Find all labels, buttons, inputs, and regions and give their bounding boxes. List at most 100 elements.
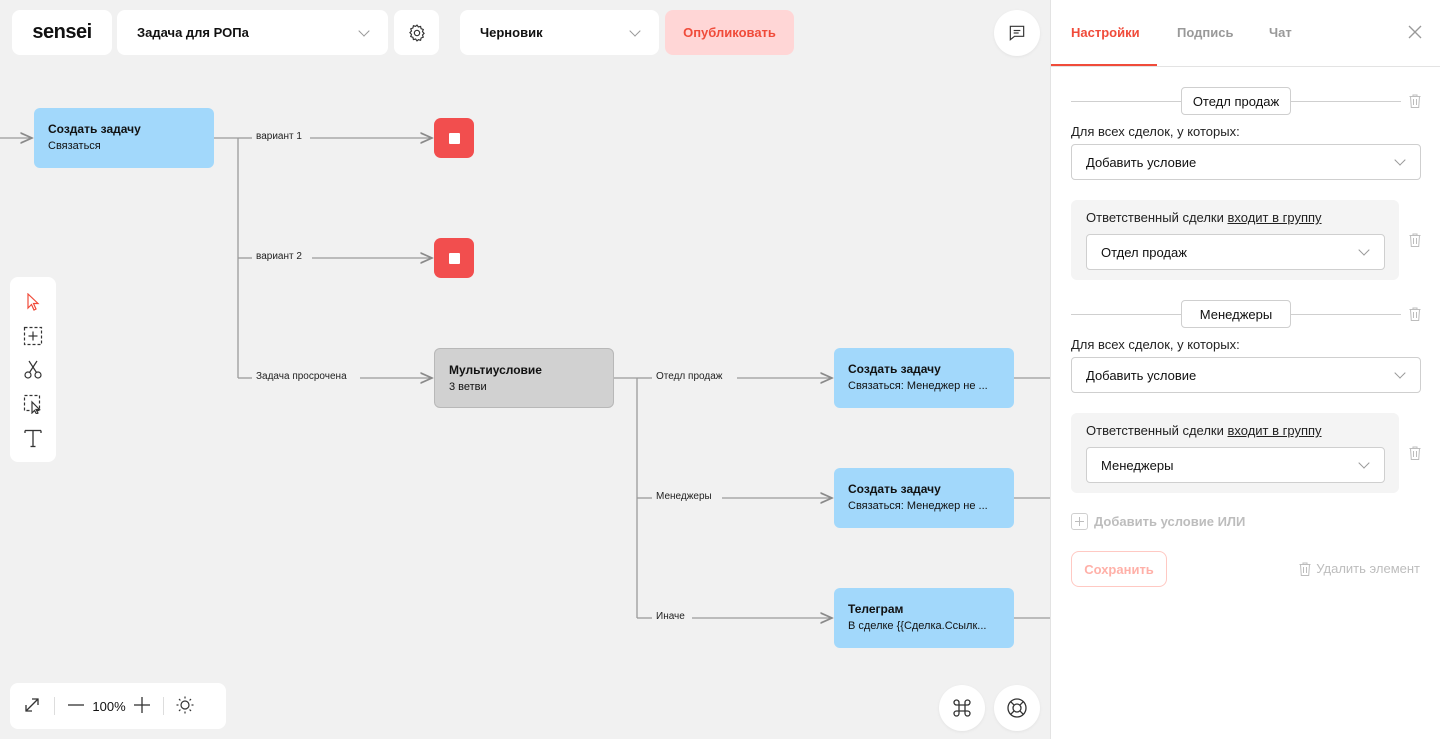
node-create-task[interactable]: Создать задачу Связаться: Менеджер не ..… <box>834 348 1014 408</box>
node-subtitle: Связаться <box>48 140 101 152</box>
status-value: Черновик <box>480 25 543 40</box>
delete-element-button[interactable]: Удалить элемент <box>1299 561 1420 576</box>
node-telegram[interactable]: Телеграм В сделке {{Сделка.Ссылк... <box>834 588 1014 648</box>
fit-screen-button[interactable] <box>22 695 42 718</box>
group-value: Менеджеры <box>1101 457 1174 473</box>
delete-element-label: Удалить элемент <box>1316 561 1420 576</box>
settings-button[interactable] <box>394 10 439 55</box>
minus-icon <box>68 703 84 706</box>
node-subtitle: В сделке {{Сделка.Ссылк... <box>848 620 987 632</box>
settings-panel: Настройки Подпись Чат Отедл продаж Для в… <box>1050 0 1440 739</box>
text-icon <box>24 429 42 448</box>
panel-tabs: Настройки Подпись Чат <box>1051 0 1440 67</box>
add-condition-label: Добавить условие <box>1086 154 1197 170</box>
group-value-select[interactable]: Отдел продаж <box>1086 234 1385 270</box>
command-icon <box>953 699 971 717</box>
group-value: Отдел продаж <box>1101 244 1187 260</box>
node-title: Телеграм <box>848 602 904 616</box>
group-name-pill[interactable]: Отедл продаж <box>1181 87 1291 115</box>
trash-icon[interactable] <box>1409 307 1421 321</box>
zoom-out-button[interactable] <box>67 696 85 717</box>
condition-operator-link[interactable]: входит в группу <box>1228 423 1322 438</box>
trash-icon[interactable] <box>1409 94 1421 108</box>
condition-box: Ответственный сделки входит в группу Мен… <box>1071 413 1399 493</box>
condition-prefix: Ответственный сделки <box>1086 423 1224 438</box>
stop-icon <box>448 252 460 264</box>
add-or-condition-button[interactable]: Добавить условие ИЛИ <box>1071 513 1245 530</box>
edge-label-sales[interactable]: Отедл продаж <box>654 371 725 382</box>
for-all-label: Для всех сделок, у которых: <box>1071 337 1240 352</box>
gear-icon <box>408 23 425 42</box>
divider <box>1291 314 1401 315</box>
logo[interactable]: sensei <box>12 10 112 55</box>
chevron-down-icon <box>1394 367 1406 379</box>
shortcuts-button[interactable] <box>939 685 985 731</box>
theme-toggle-button[interactable] <box>176 696 194 717</box>
tab-chat[interactable]: Чат <box>1269 25 1292 40</box>
add-condition-select[interactable]: Добавить условие <box>1071 144 1421 180</box>
chevron-down-icon <box>629 24 641 37</box>
add-or-label: Добавить условие ИЛИ <box>1094 514 1246 529</box>
node-subtitle: Связаться: Менеджер не ... <box>848 380 988 392</box>
tab-signature[interactable]: Подпись <box>1177 25 1233 40</box>
group-value-select[interactable]: Менеджеры <box>1086 447 1385 483</box>
area-select-tool[interactable] <box>22 393 44 415</box>
zoom-in-button[interactable] <box>133 696 151 717</box>
trash-icon[interactable] <box>1409 233 1421 247</box>
condition-text: Ответственный сделки входит в группу <box>1086 210 1322 225</box>
for-all-label: Для всех сделок, у которых: <box>1071 124 1240 139</box>
divider <box>1291 101 1401 102</box>
area-select-icon <box>23 394 41 414</box>
add-condition-select[interactable]: Добавить условие <box>1071 357 1421 393</box>
scissors-icon <box>24 360 42 379</box>
divider <box>1071 101 1181 102</box>
edge-label-overdue[interactable]: Задача просрочена <box>254 371 349 382</box>
tab-settings[interactable]: Настройки <box>1071 25 1140 40</box>
node-subtitle: 3 ветви <box>449 381 487 393</box>
stop-icon <box>448 132 460 144</box>
group-name-pill[interactable]: Менеджеры <box>1181 300 1291 328</box>
node-create-task[interactable]: Создать задачу Связаться: Менеджер не ..… <box>834 468 1014 528</box>
cut-tool[interactable] <box>22 359 44 381</box>
divider <box>1071 314 1181 315</box>
stop-node[interactable] <box>434 118 474 158</box>
edge-label-else[interactable]: Иначе <box>654 611 687 622</box>
publish-button[interactable]: Опубликовать <box>665 10 794 55</box>
select-tool[interactable] <box>22 291 44 313</box>
node-multicondition[interactable]: Мультиусловие 3 ветви <box>434 348 614 408</box>
lifebuoy-icon <box>1007 698 1027 718</box>
condition-prefix: Ответственный сделки <box>1086 210 1224 225</box>
active-tab-indicator <box>1051 64 1157 66</box>
node-subtitle: Связаться: Менеджер не ... <box>848 500 988 512</box>
expand-icon <box>25 697 39 712</box>
plus-icon <box>1071 513 1088 530</box>
comments-button[interactable] <box>994 10 1040 56</box>
stop-node[interactable] <box>434 238 474 278</box>
text-tool[interactable] <box>22 427 44 449</box>
condition-operator-link[interactable]: входит в группу <box>1228 210 1322 225</box>
edge-label-managers[interactable]: Менеджеры <box>654 491 714 502</box>
divider <box>54 697 55 715</box>
node-title: Создать задачу <box>848 482 941 496</box>
process-select[interactable]: Задача для РОПа <box>117 10 388 55</box>
zoom-controls: 100% <box>10 683 226 729</box>
process-name: Задача для РОПа <box>137 25 249 40</box>
trash-icon[interactable] <box>1409 446 1421 460</box>
chat-icon <box>1009 25 1025 41</box>
help-button[interactable] <box>994 685 1040 731</box>
chevron-down-icon <box>1358 457 1370 469</box>
add-box-icon <box>23 326 43 346</box>
add-node-tool[interactable] <box>22 325 44 347</box>
edge-label-variant-1[interactable]: вариант 1 <box>254 131 304 142</box>
edge-label-variant-2[interactable]: вариант 2 <box>254 251 304 262</box>
node-create-task[interactable]: Создать задачу Связаться <box>34 108 214 168</box>
status-select[interactable]: Черновик <box>460 10 659 55</box>
node-title: Создать задачу <box>848 362 941 376</box>
save-button[interactable]: Сохранить <box>1071 551 1167 587</box>
node-title: Мультиусловие <box>449 363 542 377</box>
trash-icon <box>1299 562 1311 576</box>
node-title: Создать задачу <box>48 122 141 136</box>
close-icon[interactable] <box>1407 24 1423 40</box>
condition-text: Ответственный сделки входит в группу <box>1086 423 1322 438</box>
cursor-icon <box>27 293 40 311</box>
